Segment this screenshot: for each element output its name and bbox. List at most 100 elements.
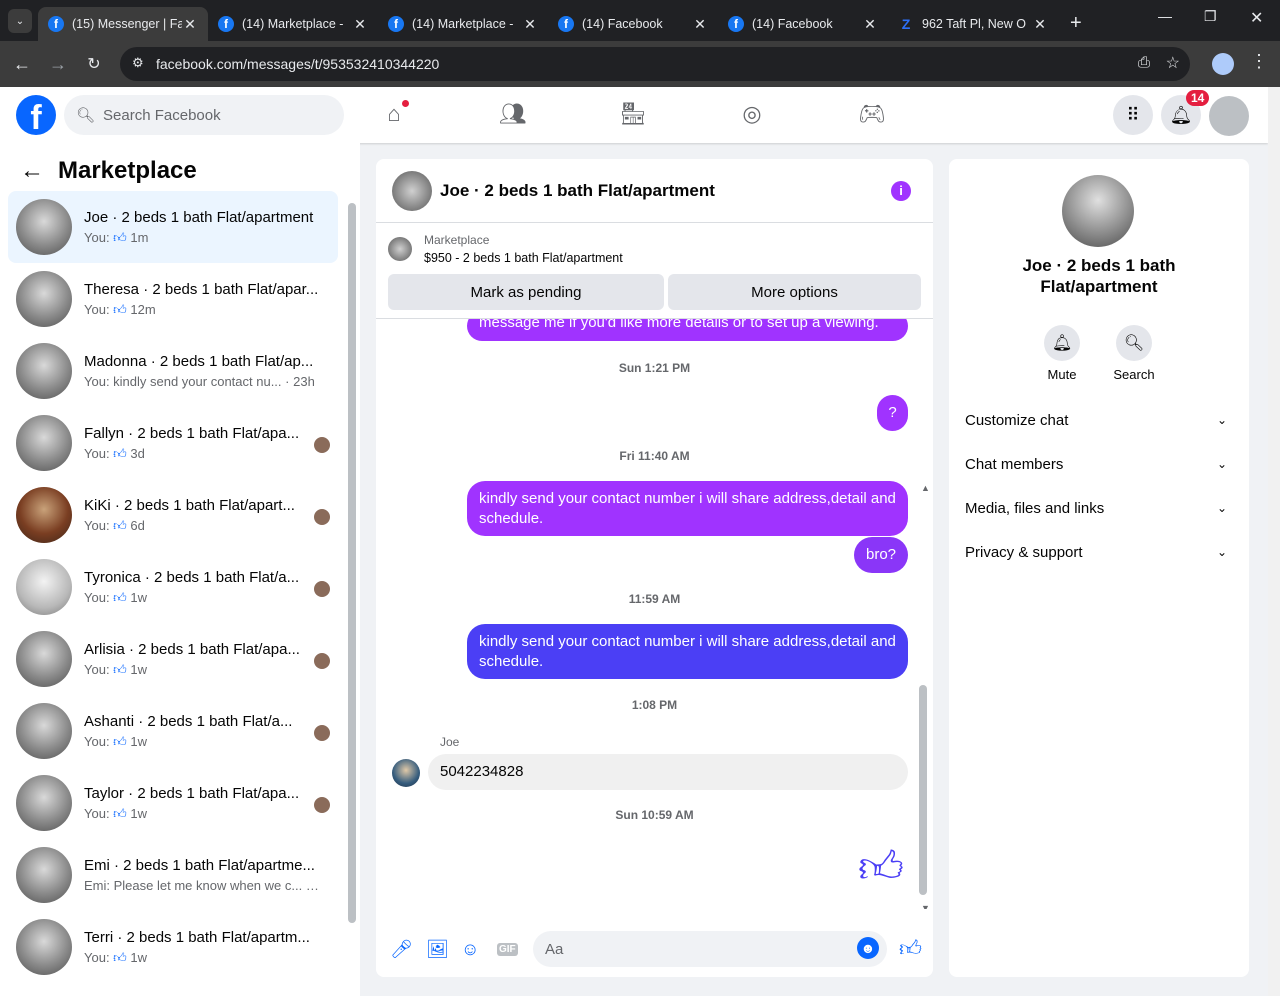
browser-tab[interactable]: f (14) Facebook ✕ <box>718 7 888 41</box>
mark-as-pending-button[interactable]: Mark as pending <box>388 274 664 310</box>
menu-grid-icon[interactable]: ⠿ <box>1113 95 1153 135</box>
profile-avatar[interactable] <box>1212 53 1234 75</box>
info-icon[interactable]: i <box>891 180 911 201</box>
search-conversation-button[interactable]: 🔍︎ Search <box>1104 325 1164 382</box>
chat-scrollbar[interactable] <box>919 685 927 895</box>
close-window-icon[interactable]: ✕ <box>1250 8 1263 28</box>
facebook-icon: f <box>48 16 64 32</box>
conversation-preview: You: 👍︎ 6d <box>84 518 320 534</box>
message-bubble-outgoing[interactable]: ? <box>877 395 908 431</box>
page-scrollbar[interactable] <box>1268 87 1280 996</box>
browser-tab[interactable]: f (14) Marketplace - ✕ <box>378 7 548 41</box>
chevron-down-icon: ⌄ <box>1216 413 1227 427</box>
microphone-icon[interactable]: 🎤︎ <box>390 939 413 960</box>
listing-title[interactable]: $950 - 2 beds 1 bath Flat/apartment <box>424 251 623 265</box>
thumbs-up-icon: 👍︎ <box>109 229 131 245</box>
gaming-icon[interactable]: 🎮︎ <box>858 101 886 129</box>
marketplace-icon[interactable]: 🏪︎ <box>619 101 647 129</box>
sticker-icon[interactable]: ☺ <box>461 939 479 960</box>
friends-icon[interactable]: 👥︎ <box>499 101 527 129</box>
close-tab-icon[interactable]: ✕ <box>352 16 368 33</box>
list-item[interactable]: Ashanti · 2 beds 1 bath Flat/a... You: 👍︎… <box>8 695 338 767</box>
thumbs-up-icon: 👍︎ <box>109 517 131 533</box>
chat-panel: Joe · 2 beds 1 bath Flat/apartment i Mar… <box>376 159 933 977</box>
message-bubble-outgoing[interactable]: bro? <box>854 537 908 573</box>
list-item[interactable]: Arlisia · 2 beds 1 bath Flat/apa... You: … <box>8 623 338 695</box>
message-bubble-incoming[interactable]: 5042234828 <box>428 754 908 790</box>
chat-avatar[interactable] <box>392 170 432 211</box>
conversation-name: Tyronica · 2 beds 1 bath Flat/a... <box>84 568 300 586</box>
browser-tab[interactable]: f (15) Messenger | Fa ✕ <box>38 7 208 41</box>
list-item[interactable]: Taylor · 2 beds 1 bath Flat/apa... You: 👍… <box>8 767 338 839</box>
chat-header: Joe · 2 beds 1 bath Flat/apartment i <box>376 159 933 223</box>
back-icon[interactable]: ← <box>4 54 40 75</box>
account-avatar[interactable] <box>1209 96 1249 136</box>
more-options-button[interactable]: More options <box>668 274 921 310</box>
list-item[interactable]: Theresa · 2 beds 1 bath Flat/apar... You:… <box>8 263 338 335</box>
sidebar-header: ← Marketplace <box>20 157 197 185</box>
site-settings-icon[interactable]: ⚙ <box>132 55 144 71</box>
close-tab-icon[interactable]: ✕ <box>1032 16 1048 33</box>
browser-tab[interactable]: Z 962 Taft Pl, New O ✕ <box>888 7 1058 41</box>
message-bubble-outgoing[interactable]: kindly send your contact number i will s… <box>467 481 908 536</box>
tab-search-chevron-icon[interactable]: ⌄ <box>8 9 32 33</box>
media-files-links-row[interactable]: Media, files and links ⌄ <box>965 492 1233 524</box>
seen-avatar <box>314 653 330 669</box>
seen-avatar <box>314 797 330 813</box>
message-bubble-outgoing[interactable]: message me if you'd like more details or… <box>467 319 908 341</box>
conversation-text: Terri · 2 beds 1 bath Flat/apartm... You:… <box>84 929 338 966</box>
sender-avatar[interactable] <box>392 759 420 787</box>
mute-button[interactable]: 🔔︎ Mute <box>1032 325 1092 382</box>
search-input[interactable]: 🔍︎ Search Facebook <box>64 95 344 135</box>
scroll-down-arrow-icon[interactable]: ▼ <box>921 903 930 909</box>
install-app-icon[interactable]: ⎙ <box>1138 54 1150 71</box>
list-item[interactable]: Joe · 2 beds 1 bath Flat/apartment You: 👍… <box>8 191 338 263</box>
conversation-avatar[interactable] <box>1062 175 1134 247</box>
list-item[interactable]: Emi · 2 beds 1 bath Flat/apartme... Emi: … <box>8 839 338 911</box>
restore-icon[interactable]: ❐ <box>1204 8 1217 25</box>
address-bar[interactable]: ⚙ facebook.com/messages/t/95353241034422… <box>120 47 1190 81</box>
close-tab-icon[interactable]: ✕ <box>862 16 878 33</box>
list-item[interactable]: Terri · 2 beds 1 bath Flat/apartm... You:… <box>8 911 338 983</box>
emoji-icon[interactable]: ☻ <box>857 937 879 959</box>
browser-tab[interactable]: f (14) Marketplace - ✕ <box>208 7 378 41</box>
minimize-icon[interactable]: — <box>1158 8 1172 24</box>
sidebar-scrollbar[interactable] <box>348 203 356 923</box>
scroll-up-arrow-icon[interactable]: ▲ <box>921 483 930 493</box>
conversation-text: Emi · 2 beds 1 bath Flat/apartme... Emi: … <box>84 857 338 893</box>
photo-icon[interactable]: 🖼︎ <box>426 939 449 960</box>
reload-icon[interactable]: ↻ <box>76 54 112 74</box>
thumbs-up-icon: 👍︎ <box>109 589 131 605</box>
browser-tab[interactable]: f (14) Facebook ✕ <box>548 7 718 41</box>
gif-icon[interactable]: GIF <box>497 943 518 956</box>
timestamp: Sun 10:59 AM <box>615 808 694 822</box>
list-item[interactable]: Tyronica · 2 beds 1 bath Flat/a... You: 👍… <box>8 551 338 623</box>
list-item[interactable]: KiKi · 2 beds 1 bath Flat/apart... You: 👍… <box>8 479 338 551</box>
send-like-icon[interactable]: 👍︎ <box>899 935 922 962</box>
search-icon: 🔍︎ <box>76 107 96 124</box>
list-item[interactable]: Madonna · 2 beds 1 bath Flat/ap... You: k… <box>8 335 338 407</box>
bookmark-star-icon[interactable]: ☆ <box>1166 53 1180 73</box>
message-bubble-outgoing[interactable]: kindly send your contact number i will s… <box>467 624 908 679</box>
chat-members-row[interactable]: Chat members ⌄ <box>965 448 1233 480</box>
facebook-logo-icon[interactable]: f <box>16 95 56 135</box>
listing-thumbnail[interactable] <box>388 237 412 261</box>
close-tab-icon[interactable]: ✕ <box>522 16 538 33</box>
search-label: Search <box>1113 367 1155 382</box>
preview-text: You: <box>84 949 110 965</box>
close-tab-icon[interactable]: ✕ <box>182 16 198 33</box>
forward-icon[interactable]: → <box>40 54 76 75</box>
list-item[interactable]: Fallyn · 2 beds 1 bath Flat/apa... You: 👍… <box>8 407 338 479</box>
preview-text: You: <box>84 589 110 605</box>
conversation-preview: You: 👍︎ 1w <box>84 806 320 822</box>
chat-title[interactable]: Joe · 2 beds 1 bath Flat/apartment <box>440 181 891 201</box>
message-input[interactable]: Aa ☻ <box>533 931 887 967</box>
customize-chat-row[interactable]: Customize chat ⌄ <box>965 404 1233 436</box>
privacy-support-row[interactable]: Privacy & support ⌄ <box>965 536 1233 568</box>
new-tab-button[interactable]: + <box>1070 12 1082 35</box>
groups-icon[interactable]: ◎ <box>738 101 766 129</box>
back-arrow-icon[interactable]: ← <box>20 157 44 185</box>
browser-menu-icon[interactable]: ⋮ <box>1250 51 1268 72</box>
close-tab-icon[interactable]: ✕ <box>692 16 708 33</box>
conversation-name: Joe · 2 beds 1 bath Flat/apartment <box>1022 256 1176 296</box>
